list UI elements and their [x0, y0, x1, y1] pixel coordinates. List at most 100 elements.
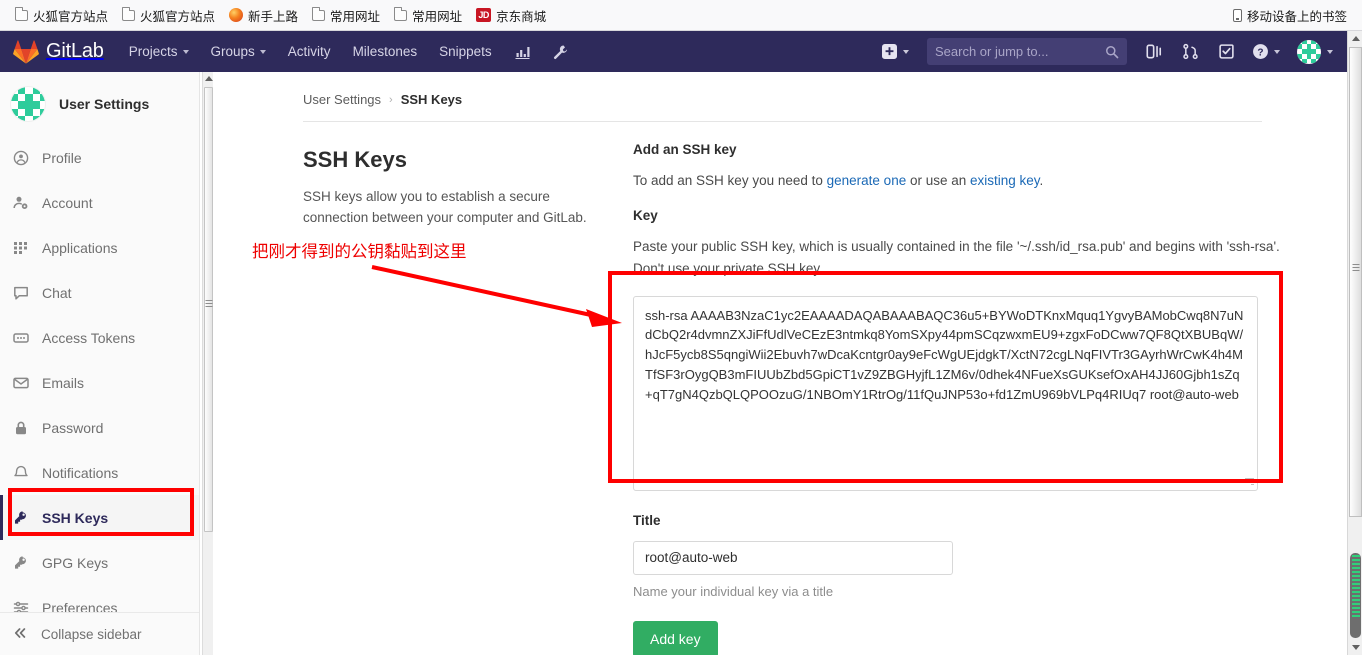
intro-mid: or use an: [906, 173, 971, 188]
new-item-button[interactable]: [874, 31, 917, 72]
form-intro-text: To add an SSH key you need to generate o…: [633, 170, 1283, 192]
sidebar-header: User Settings: [0, 72, 199, 135]
nav-milestones[interactable]: Milestones: [342, 31, 429, 72]
sidebar-item-label: Password: [42, 419, 104, 436]
nav-projects[interactable]: Projects: [118, 31, 200, 72]
settings-description-column: SSH Keys SSH keys allow you to establish…: [303, 132, 633, 655]
mobile-device-icon: [1232, 8, 1242, 22]
search-placeholder: Search or jump to...: [935, 44, 1049, 59]
triangle-up-icon: [204, 76, 213, 81]
title-field-hint: Name your individual key via a title: [633, 583, 834, 599]
page-title: SSH Keys: [303, 147, 407, 172]
scroll-grip-icon: [1352, 262, 1359, 273]
bookmark-item[interactable]: 火狐官方站点: [115, 4, 222, 27]
merge-requests-button[interactable]: [1173, 31, 1207, 72]
nav-admin[interactable]: [542, 31, 579, 72]
nav-projects-label: Projects: [128, 44, 178, 59]
sidebar-item-emails[interactable]: Emails: [0, 360, 199, 405]
title-field-label: Title: [633, 512, 661, 528]
chevron-down-icon: [903, 49, 909, 54]
nav-groups[interactable]: Groups: [200, 31, 277, 72]
help-question-icon: ?: [1253, 44, 1268, 59]
scroll-grip-icon: [205, 298, 212, 309]
folder-icon: [121, 7, 136, 21]
annotation-note-text: 把刚才得到的公钥黏贴到这里: [252, 242, 467, 261]
folder-icon: [14, 7, 28, 21]
sidebar-item-access-tokens[interactable]: Access Tokens: [0, 315, 199, 360]
help-button[interactable]: ?: [1245, 31, 1287, 72]
chevron-down-icon: [1274, 49, 1280, 54]
sidebar-item-profile[interactable]: Profile: [0, 135, 199, 180]
chat-bubble-icon: [12, 285, 29, 301]
chevron-down-icon: [182, 49, 189, 54]
bookmark-item[interactable]: 新手上路: [222, 4, 305, 27]
nav-groups-label: Groups: [210, 44, 255, 59]
breadcrumb-parent[interactable]: User Settings: [303, 92, 381, 107]
nav-snippets[interactable]: Snippets: [428, 31, 503, 72]
breadcrumb-current: SSH Keys: [400, 92, 463, 107]
sidebar-item-label: Account: [42, 194, 93, 211]
intro-post: .: [1039, 173, 1044, 188]
bookmark-item[interactable]: 常用网址: [387, 4, 469, 27]
sidebar-user-avatar: [10, 86, 46, 122]
sidebar-item-label: Notifications: [42, 464, 119, 481]
merge-requests-icon: [1182, 43, 1198, 60]
intro-pre: To add an SSH key you need to: [633, 173, 827, 188]
ssh-key-textarea[interactable]: ssh-rsa AAAAB3NzaC1yc2EAAAADAQABAAABAQC3…: [633, 295, 1258, 491]
nav-analytics[interactable]: [503, 31, 542, 72]
sidebar-item-label: Profile: [42, 149, 82, 166]
folder-icon: [311, 7, 326, 21]
bookmark-item[interactable]: 常用网址: [305, 4, 387, 27]
issues-board-icon: [1145, 44, 1161, 59]
user-settings-sidebar: User Settings Profile Account Applicatio…: [0, 72, 200, 655]
bookmark-item[interactable]: JD 京东商城: [469, 4, 553, 27]
account-gear-icon: [12, 195, 29, 211]
collapse-sidebar-button[interactable]: Collapse sidebar: [0, 612, 199, 655]
sidebar-item-account[interactable]: Account: [0, 180, 199, 225]
bookmark-label: 火狐官方站点: [140, 9, 216, 24]
generate-one-link[interactable]: generate one: [827, 173, 907, 188]
add-key-button[interactable]: Add key: [633, 620, 718, 655]
search-input[interactable]: Search or jump to...: [927, 38, 1127, 65]
existing-key-link[interactable]: existing key: [970, 173, 1040, 188]
scroll-thumb-upper[interactable]: [1349, 47, 1362, 517]
user-menu-button[interactable]: [1289, 31, 1337, 72]
gitlab-logo-link[interactable]: GitLab: [0, 39, 118, 64]
sidebar-item-chat[interactable]: Chat: [0, 270, 199, 315]
key-icon: [12, 510, 29, 526]
browser-scrollbar[interactable]: [1347, 31, 1362, 655]
page-description: SSH keys allow you to establish a secure…: [303, 189, 587, 225]
chevron-down-icon: [259, 49, 266, 54]
sidebar-item-gpg-keys[interactable]: GPG Keys: [0, 540, 199, 585]
scroll-thumb-lower[interactable]: [1350, 553, 1361, 638]
sidebar-item-applications[interactable]: Applications: [0, 225, 199, 270]
token-card-icon: [12, 330, 29, 346]
sidebar-item-label: SSH Keys: [42, 509, 109, 526]
sidebar-item-password[interactable]: Password: [0, 405, 199, 450]
nav-activity[interactable]: Activity: [277, 31, 342, 72]
scroll-up-button[interactable]: [1348, 31, 1362, 46]
sidebar-item-notifications[interactable]: Notifications: [0, 450, 199, 495]
mobile-bookmarks-item[interactable]: 移动设备上的书签: [1226, 4, 1354, 27]
todos-button[interactable]: [1209, 31, 1243, 72]
sidebar-item-label: Applications: [42, 239, 118, 256]
breadcrumb: User Settings › SSH Keys: [213, 72, 1332, 107]
key-field-label: Key: [633, 207, 658, 223]
scroll-down-button[interactable]: [1348, 640, 1362, 655]
ssh-key-value: ssh-rsa AAAAB3NzaC1yc2EAAAADAQABAAABAQC3…: [645, 307, 1244, 402]
gitlab-brand-text: GitLab: [46, 40, 104, 62]
title-input[interactable]: root@auto-web: [633, 540, 953, 575]
collapse-sidebar-label: Collapse sidebar: [41, 626, 142, 642]
sidebar-scrollbar[interactable]: [202, 72, 214, 655]
issues-board-button[interactable]: [1137, 31, 1171, 72]
navbar-right-group: Search or jump to... ?: [874, 31, 1347, 72]
envelope-icon: [12, 375, 29, 391]
sidebar-scroll-thumb[interactable]: [204, 87, 213, 532]
bookmark-item[interactable]: 火狐官方站点: [8, 4, 115, 27]
textarea-resize-handle[interactable]: [1245, 477, 1254, 487]
add-ssh-key-form: Add an SSH key To add an SSH key you nee…: [633, 132, 1283, 655]
sidebar-item-ssh-keys[interactable]: SSH Keys: [0, 495, 199, 540]
triangle-down-icon: [1351, 645, 1360, 650]
jd-icon: JD: [476, 8, 492, 22]
sidebar-item-label: GPG Keys: [42, 554, 109, 571]
